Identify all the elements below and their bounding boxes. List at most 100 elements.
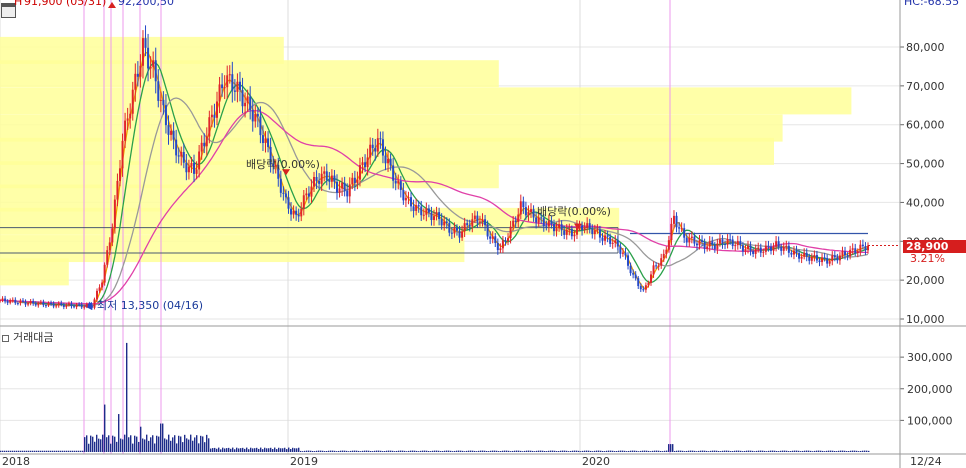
volume-bar bbox=[684, 451, 686, 452]
candle-body bbox=[734, 245, 737, 247]
volume-bar bbox=[250, 447, 252, 452]
volume-bar bbox=[572, 450, 574, 452]
volume-bar bbox=[818, 450, 820, 452]
candle-body bbox=[667, 240, 670, 250]
volume-bar bbox=[78, 450, 80, 452]
candle-body bbox=[606, 235, 609, 237]
volume-bar bbox=[590, 450, 592, 452]
volume-bar bbox=[748, 450, 750, 452]
volume-bar bbox=[612, 450, 614, 452]
volume-bar bbox=[696, 451, 698, 452]
volume-bar bbox=[110, 443, 112, 452]
volume-bar bbox=[254, 448, 256, 452]
volume-bar bbox=[396, 450, 398, 452]
volume-bar bbox=[178, 435, 180, 452]
candle-body bbox=[752, 251, 755, 254]
volume-bar bbox=[678, 450, 680, 452]
volume-bar bbox=[394, 451, 396, 452]
volume-bar bbox=[832, 450, 834, 452]
volume-bar bbox=[294, 448, 296, 452]
volume-bar bbox=[652, 450, 654, 452]
candle-body bbox=[80, 304, 83, 308]
volume-bar bbox=[490, 450, 492, 452]
date-label: 2019 bbox=[290, 455, 318, 468]
volume-bar bbox=[824, 451, 826, 452]
candle-body bbox=[376, 138, 379, 152]
volume-bar bbox=[434, 450, 436, 452]
candle-body bbox=[417, 205, 420, 207]
volume-bar bbox=[24, 450, 26, 452]
volume-bar bbox=[338, 450, 340, 452]
candle-body bbox=[356, 179, 359, 184]
volume-bar bbox=[76, 450, 78, 452]
candle-body bbox=[47, 302, 50, 306]
volume-bar bbox=[640, 450, 642, 452]
candle-body bbox=[34, 303, 37, 306]
volume-bar bbox=[682, 450, 684, 452]
candle-body bbox=[241, 89, 244, 107]
candle-body bbox=[98, 287, 101, 291]
volume-bar bbox=[6, 450, 8, 452]
candle-body bbox=[126, 118, 129, 121]
volume-bar bbox=[296, 448, 298, 452]
volume-bar bbox=[660, 450, 662, 452]
candle-body bbox=[491, 236, 494, 239]
candle-body bbox=[517, 214, 520, 223]
candle-body bbox=[780, 246, 783, 251]
candle-body bbox=[315, 176, 318, 182]
volume-bar bbox=[288, 447, 290, 452]
volume-bar bbox=[830, 450, 832, 452]
volume-bar bbox=[498, 451, 500, 452]
candle-body bbox=[650, 274, 652, 283]
volume-bar bbox=[628, 450, 630, 452]
candle-body bbox=[698, 240, 701, 246]
candle-body bbox=[85, 304, 88, 307]
volume-bar bbox=[400, 450, 402, 452]
volume-bar bbox=[466, 450, 468, 452]
volume-bar bbox=[766, 451, 768, 452]
candle-body bbox=[552, 224, 555, 232]
volume-bar bbox=[578, 450, 580, 452]
volume-bar bbox=[588, 450, 590, 452]
volume-bar bbox=[328, 450, 330, 452]
volume-bar bbox=[534, 451, 536, 452]
volume-bar bbox=[344, 450, 346, 452]
candle-body bbox=[524, 207, 527, 216]
volume-bar bbox=[298, 447, 300, 452]
volume-bar bbox=[502, 450, 504, 452]
volume-bar bbox=[120, 438, 122, 452]
candle-body bbox=[313, 176, 316, 187]
volume-bar bbox=[758, 450, 760, 452]
volume-bar bbox=[182, 442, 184, 452]
candle-body bbox=[859, 244, 862, 252]
volume-bar bbox=[84, 437, 86, 452]
volume-bar bbox=[356, 450, 358, 452]
candle-body bbox=[803, 252, 806, 257]
candle-body bbox=[558, 224, 561, 229]
candle-body bbox=[573, 234, 576, 237]
volume-bar bbox=[826, 450, 828, 452]
volume-bar bbox=[246, 447, 248, 452]
candle-body bbox=[55, 305, 58, 307]
volume-bar bbox=[30, 450, 32, 452]
volume-bar bbox=[442, 451, 444, 452]
candle-body bbox=[769, 246, 772, 251]
volume-bar bbox=[848, 451, 850, 452]
volume-bar bbox=[304, 450, 306, 452]
volume-bar bbox=[144, 439, 146, 452]
candle-body bbox=[767, 245, 770, 247]
volume-bar bbox=[238, 448, 240, 452]
volume-bar bbox=[444, 450, 446, 452]
volume-bar bbox=[528, 450, 530, 452]
candle-body bbox=[453, 227, 456, 234]
volume-bar bbox=[720, 451, 722, 452]
volume-bar bbox=[456, 450, 458, 452]
volume-bar bbox=[72, 450, 74, 452]
volume-bar bbox=[802, 450, 804, 452]
candle-body bbox=[522, 201, 525, 208]
candle-body bbox=[415, 205, 418, 211]
candle-body bbox=[655, 265, 658, 267]
volume-bar bbox=[796, 450, 798, 452]
candle-body bbox=[162, 99, 165, 106]
candle-body bbox=[461, 231, 464, 238]
